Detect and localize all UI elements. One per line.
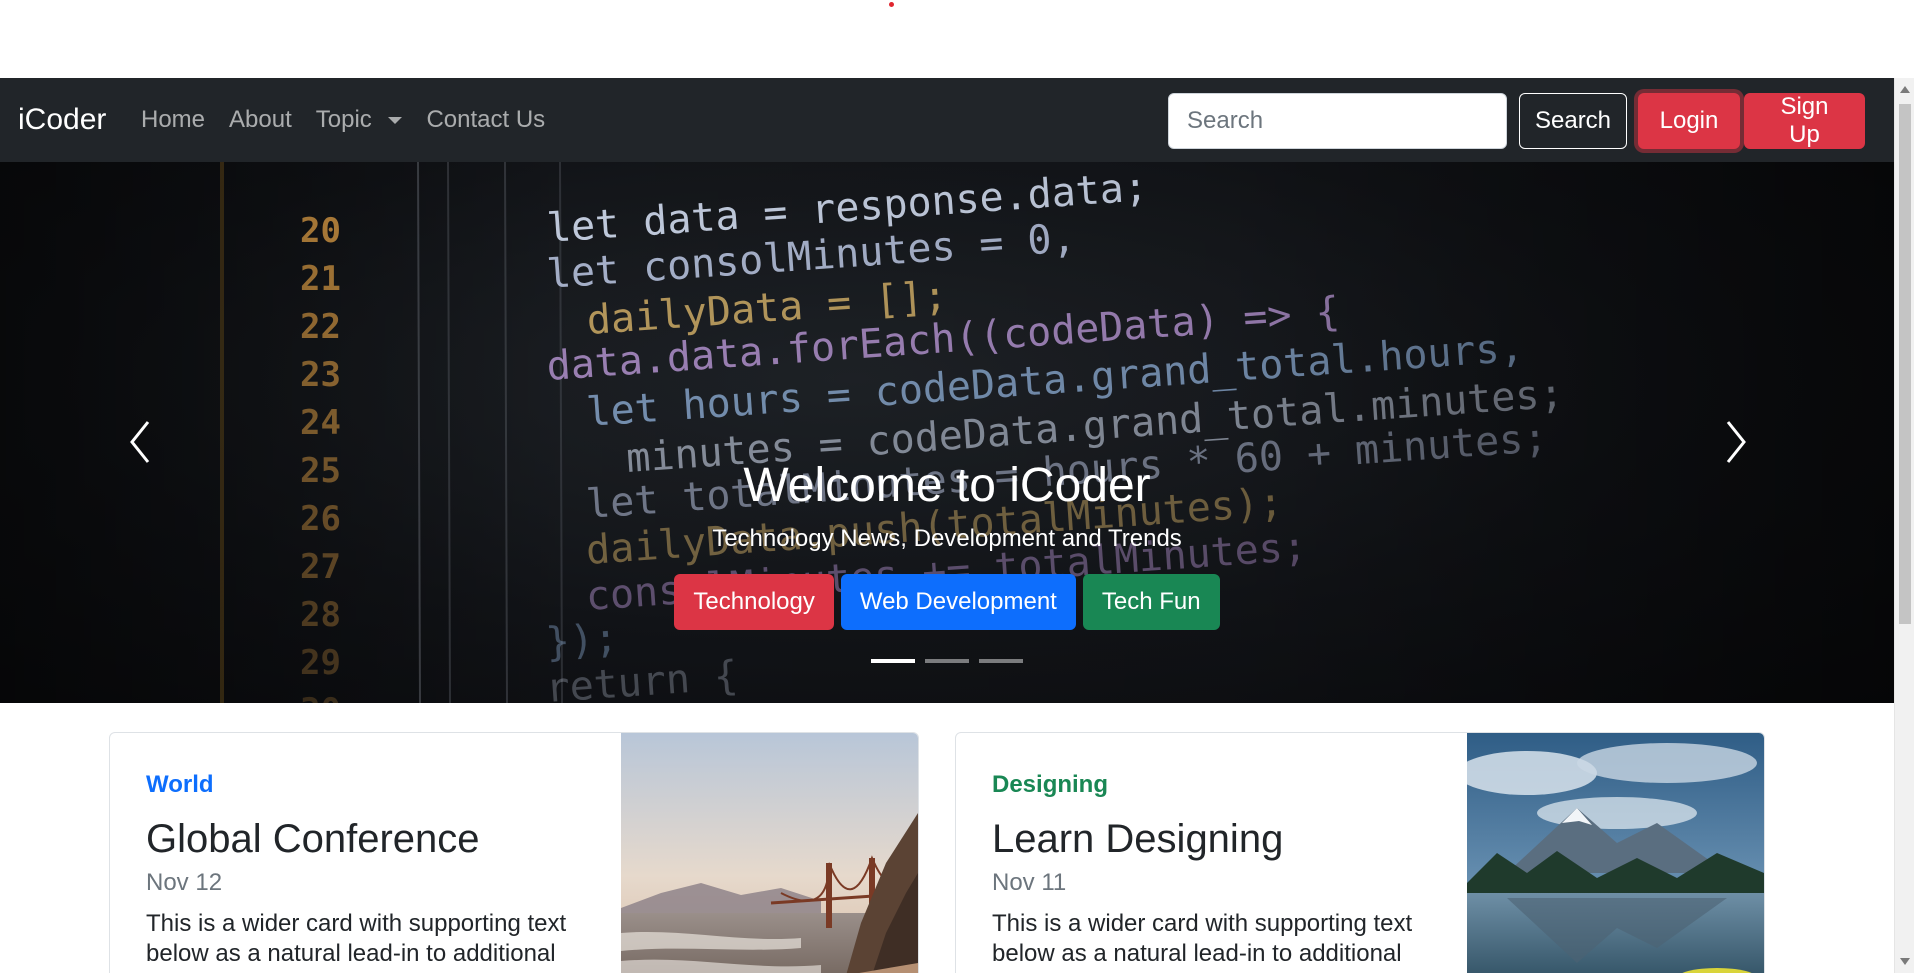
- signup-button[interactable]: Sign Up: [1744, 93, 1865, 149]
- card-body: World Global Conference Nov 12 This is a…: [146, 771, 606, 969]
- hero-carousel: 20let data = response.data;21let consolM…: [0, 162, 1894, 703]
- page-viewport: iCoder Home About Topic Contact Us Searc…: [0, 78, 1894, 973]
- login-button[interactable]: Login: [1638, 93, 1740, 149]
- card-title: Global Conference: [146, 817, 480, 861]
- scroll-down-arrow-icon[interactable]: [1900, 958, 1910, 965]
- page-scrollbar[interactable]: [1894, 78, 1914, 973]
- nav-topic-dropdown[interactable]: Topic: [316, 106, 403, 134]
- card-text: This is a wider card with supporting tex…: [992, 910, 1413, 967]
- carousel-indicator-2[interactable]: [925, 659, 969, 663]
- card-category[interactable]: World: [146, 771, 606, 799]
- carousel-subtitle: Technology News, Development and Trends: [712, 525, 1182, 552]
- nav-home[interactable]: Home: [141, 106, 205, 134]
- chevron-down-icon: [388, 117, 403, 125]
- card-image-mountain-lake: [1467, 733, 1764, 973]
- brand-logo[interactable]: iCoder: [18, 102, 106, 138]
- technology-button[interactable]: Technology: [674, 574, 834, 630]
- carousel-indicator-3[interactable]: [979, 659, 1023, 663]
- carousel-indicator-1[interactable]: [871, 659, 915, 663]
- card-global-conference: World Global Conference Nov 12 This is a…: [109, 732, 919, 973]
- card-title: Learn Designing: [992, 817, 1284, 861]
- scroll-thumb[interactable]: [1899, 104, 1911, 624]
- carousel-caption: Welcome to iCoder Technology News, Devel…: [0, 458, 1894, 630]
- carousel-buttons: Technology Web Development Tech Fun: [0, 574, 1894, 630]
- card-learn-designing: Designing Learn Designing Nov 11 This is…: [955, 732, 1765, 973]
- nav-about[interactable]: About: [229, 106, 292, 134]
- navbar: iCoder Home About Topic Contact Us Searc…: [0, 78, 1894, 162]
- search-form: Search: [1168, 93, 1627, 149]
- web-development-button[interactable]: Web Development: [840, 574, 1076, 630]
- card-date: Nov 12: [146, 869, 223, 896]
- search-button[interactable]: Search: [1519, 93, 1627, 149]
- card-text: This is a wider card with supporting tex…: [146, 910, 567, 967]
- red-dot: [889, 2, 894, 7]
- carousel-title: Welcome to iCoder: [743, 459, 1151, 512]
- card-date: Nov 11: [992, 869, 1067, 896]
- search-input[interactable]: [1168, 93, 1507, 149]
- card-image-golden-gate: [621, 733, 918, 973]
- card-body: Designing Learn Designing Nov 11 This is…: [992, 771, 1452, 969]
- nav-topic-label: Topic: [315, 106, 372, 133]
- top-blank-area: [0, 0, 1914, 78]
- card-category[interactable]: Designing: [992, 771, 1452, 799]
- nav-contact[interactable]: Contact Us: [426, 106, 545, 134]
- tech-fun-button[interactable]: Tech Fun: [1082, 574, 1220, 630]
- carousel-indicators: [0, 659, 1894, 663]
- scroll-up-arrow-icon[interactable]: [1900, 86, 1910, 93]
- nav-links: Home About Topic Contact Us: [141, 106, 569, 134]
